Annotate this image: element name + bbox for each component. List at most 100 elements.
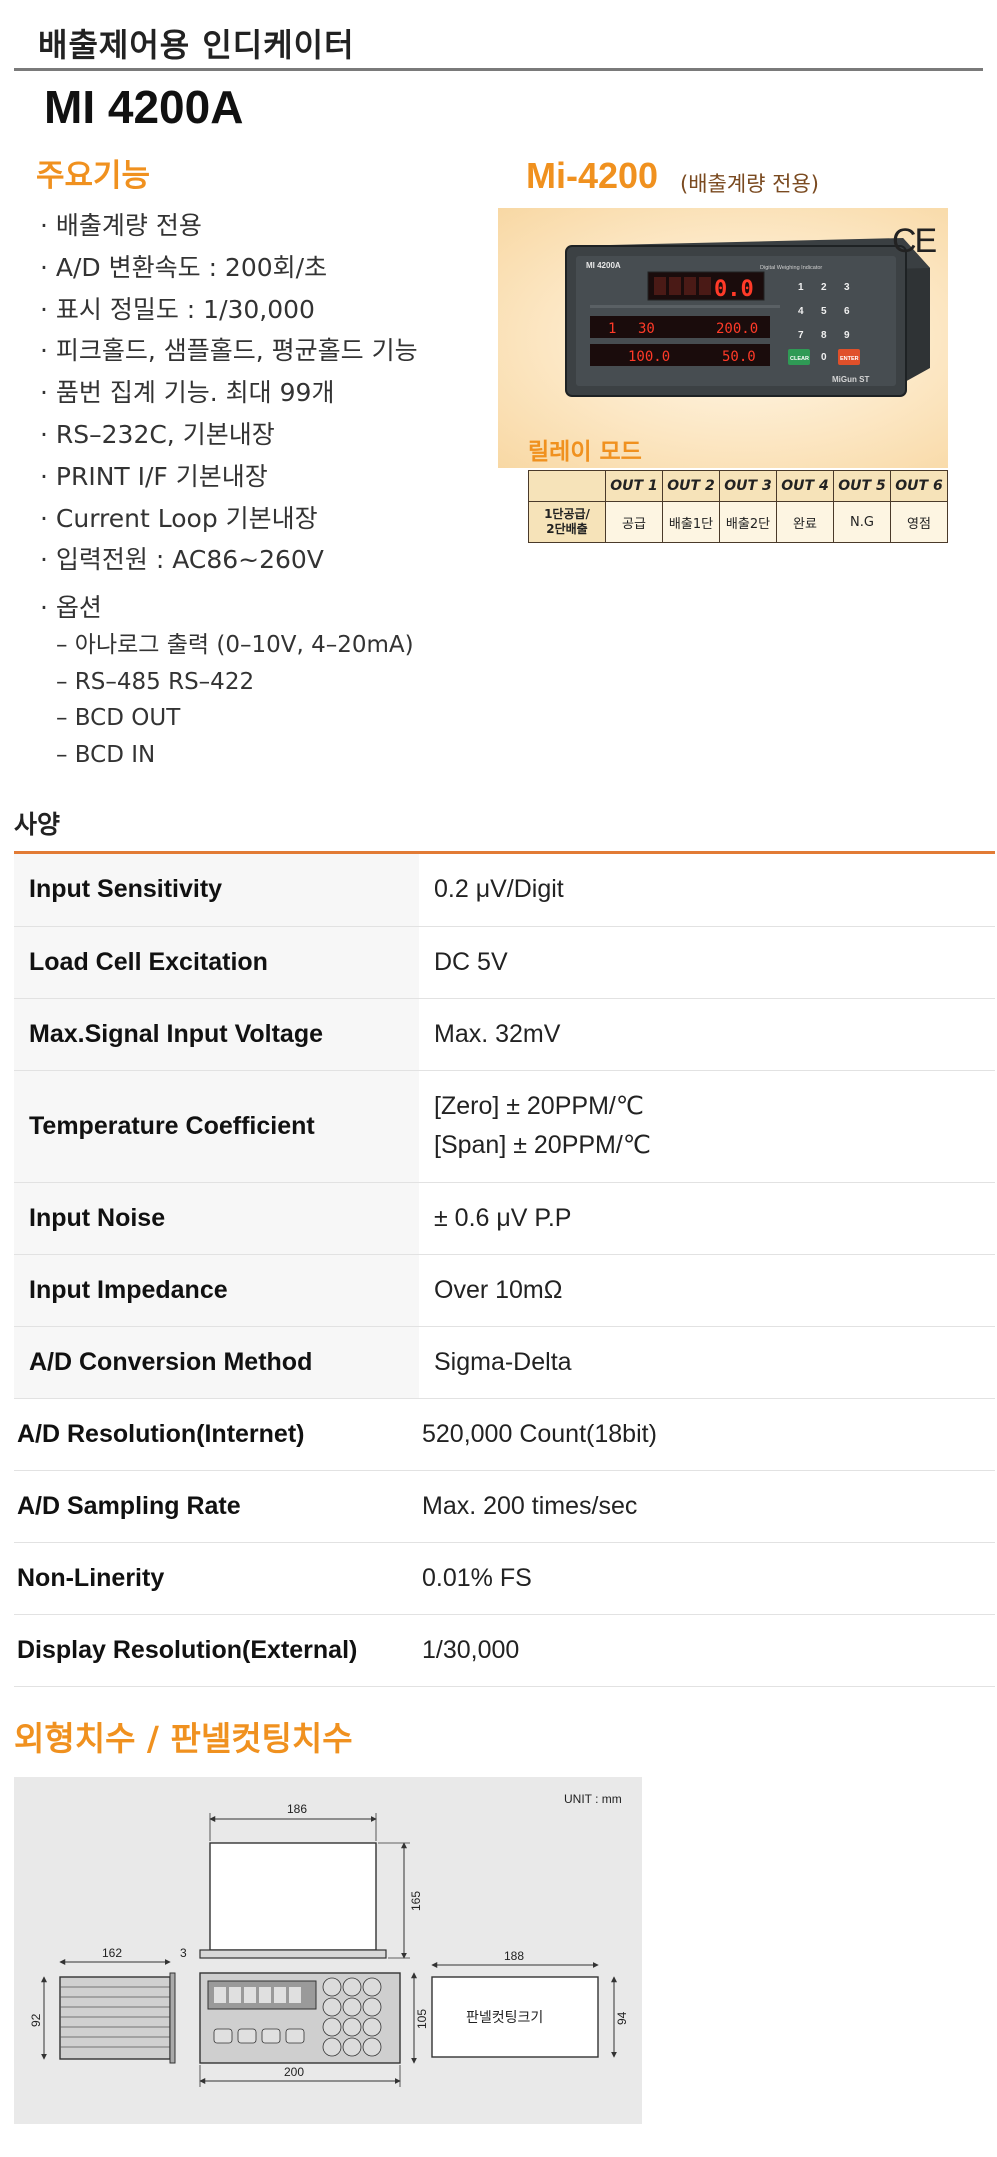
spec-key: Max.Signal Input Voltage — [14, 998, 419, 1071]
spec-table: Input Sensitivity 0.2 μV/Digit Load Cell… — [14, 854, 995, 1687]
spec-row: Input Noise ± 0.6 μV P.P — [14, 1182, 995, 1255]
model-name: MI 4200A — [44, 81, 244, 133]
spec-row: Display Resolution(External) 1/30,000 — [14, 1614, 995, 1687]
spec-value: 520,000 Count(18bit) — [419, 1398, 995, 1471]
feature-item: · A/D 변환속도 : 200회/초 — [40, 252, 328, 282]
feature-item: · 배출계량 전용 — [40, 211, 202, 240]
device-main-display: 0.0 — [714, 277, 754, 302]
spec-row: Max.Signal Input Voltage Max. 32mV — [14, 998, 995, 1071]
device-key-2: 2 — [821, 282, 827, 293]
relay-header-cell: OUT 5 — [833, 470, 891, 502]
relay-value-cell: N.G — [833, 501, 891, 543]
device-row2-left: 100.0 — [628, 349, 670, 365]
device-key-1: 1 — [798, 282, 804, 293]
options-title: · 옵션 — [40, 593, 102, 622]
device-key-6: 6 — [844, 306, 850, 317]
feature-item: · 피크홀드, 샘플홀드, 평균홀드 기능 — [40, 336, 418, 366]
spec-row: Non-Linerity 0.01% FS — [14, 1542, 995, 1615]
features-title: 주요기능 — [36, 158, 151, 194]
relay-value-cell: 완료 — [776, 501, 834, 543]
relay-value-cell: 배출1단 — [662, 501, 720, 543]
dim-front-height: 92 — [29, 2013, 43, 2027]
dim-top-height: 165 — [409, 1891, 423, 1911]
option-item: – BCD OUT — [56, 705, 181, 732]
product-model: Mi-4200 — [526, 155, 659, 196]
relay-value-cell: 공급 — [605, 501, 663, 543]
indicator-device-illustration: MI 4200A Digital Weighing Indicator 0.0 … — [565, 238, 930, 397]
spec-row: A/D Resolution(Internet) 520,000 Count(1… — [14, 1398, 995, 1471]
relay-table: OUT 1 OUT 2 OUT 3 OUT 4 OUT 5 OUT 6 1단공급… — [528, 470, 948, 543]
dim-cut-height: 94 — [615, 2011, 629, 2025]
feature-item: · PRINT I/F 기본내장 — [40, 461, 268, 491]
spec-key: Load Cell Excitation — [14, 926, 419, 999]
title-divider — [14, 68, 983, 71]
spec-key: A/D Sampling Rate — [14, 1470, 419, 1543]
spec-key: A/D Conversion Method — [14, 1326, 419, 1399]
device-key-4: 4 — [798, 306, 804, 317]
spec-value: 1/30,000 — [419, 1614, 995, 1687]
device-row2-right: 50.0 — [722, 349, 756, 365]
option-item: – 아나로그 출력 (0–10V, 4–20mA) — [56, 632, 414, 658]
feature-item: · 표시 정밀도 : 1/30,000 — [40, 294, 315, 324]
relay-header-cell: OUT 1 — [605, 470, 663, 502]
feature-item: · RS–232C, 기본내장 — [40, 419, 275, 449]
spec-value: 0.01% FS — [419, 1542, 995, 1615]
device-row1-left: 1 — [608, 321, 616, 337]
device-model-label: MI 4200A — [586, 261, 621, 270]
spec-value: Max. 32mV — [419, 998, 995, 1071]
spec-key: Non-Linerity — [14, 1542, 419, 1615]
options-list: – 아나로그 출력 (0–10V, 4–20mA) – RS–485 RS–42… — [56, 627, 414, 774]
spec-row: A/D Sampling Rate Max. 200 times/sec — [14, 1470, 995, 1543]
document-title: 배출제어용 인디케이터 — [38, 26, 355, 64]
dim-bezel: 3 — [180, 1946, 187, 1960]
feature-item: · 품번 집계 기능. 최대 99개 — [40, 378, 335, 408]
unit-label: UNIT : mm — [564, 1792, 622, 1806]
product-subtitle: (배출계량 전용) — [680, 172, 819, 196]
relay-header-cell: OUT 3 — [719, 470, 777, 502]
dimension-drawing-svg: UNIT : mm 186 165 162 3 92 200 105 판넬컷팅크… — [29, 1792, 629, 2087]
relay-header-cell — [528, 470, 606, 502]
relay-value-cell: 배출2단 — [719, 501, 777, 543]
dim-side-depth: 162 — [102, 1946, 122, 1960]
spec-key: Input Sensitivity — [14, 854, 419, 927]
dim-front-panel-height: 105 — [415, 2009, 429, 2029]
spec-value: Over 10mΩ — [419, 1254, 995, 1327]
panel-cut-label: 판넬컷팅크기 — [466, 2009, 543, 2025]
dim-front-width: 200 — [284, 2065, 304, 2079]
spec-key: Display Resolution(External) — [14, 1614, 419, 1687]
option-item: – BCD IN — [56, 742, 156, 769]
relay-mode-title: 릴레이 모드 — [528, 439, 642, 465]
relay-header-cell: OUT 4 — [776, 470, 834, 502]
device-brand-caption: Digital Weighing Indicator — [760, 265, 822, 271]
device-row1-mid: 30 — [638, 321, 655, 337]
device-key-9: 9 — [844, 330, 850, 341]
relay-row-label-line2: 2단배출 — [546, 522, 588, 536]
spec-key: Temperature Coefficient — [14, 1070, 419, 1183]
relay-header-cell: OUT 2 — [662, 470, 720, 502]
device-key-8: 8 — [821, 330, 827, 341]
device-key-0: 0 — [821, 352, 827, 363]
spec-row: Temperature Coefficient [Zero] ± 20PPM/℃… — [14, 1070, 995, 1183]
dimension-drawing: UNIT : mm 186 165 162 3 92 200 105 판넬컷팅크… — [14, 1777, 642, 2124]
device-clear-key: CLEAR — [790, 356, 809, 362]
spec-value: [Zero] ± 20PPM/℃ [Span] ± 20PPM/℃ — [419, 1070, 995, 1183]
spec-key: Input Impedance — [14, 1254, 419, 1327]
ce-mark: CE — [892, 222, 937, 260]
device-maker-logo: MiGun ST — [832, 375, 869, 384]
relay-value-cell: 영점 — [890, 501, 948, 543]
dimensions-title: 외형치수 / 판넬컷팅치수 — [14, 1719, 353, 1758]
relay-row-label: 1단공급/2단배출 — [528, 501, 606, 543]
spec-value: Max. 200 times/sec — [419, 1470, 995, 1543]
device-key-3: 3 — [844, 282, 850, 293]
option-item: – RS–485 RS–422 — [56, 668, 255, 695]
spec-value-line: [Zero] ± 20PPM/℃ — [434, 1092, 644, 1120]
product-photo: MI 4200A Digital Weighing Indicator 0.0 … — [498, 208, 948, 468]
spec-value: ± 0.6 μV P.P — [419, 1182, 995, 1255]
feature-item: · Current Loop 기본내장 — [40, 503, 318, 533]
relay-header-cell: OUT 6 — [890, 470, 948, 502]
relay-value-row: 1단공급/2단배출 공급 배출1단 배출2단 완료 N.G 영점 — [528, 501, 948, 543]
spec-row: Input Impedance Over 10mΩ — [14, 1254, 995, 1327]
spec-row: Load Cell Excitation DC 5V — [14, 926, 995, 999]
spec-key: A/D Resolution(Internet) — [14, 1398, 419, 1471]
relay-row-label-line1: 1단공급/ — [544, 507, 590, 521]
